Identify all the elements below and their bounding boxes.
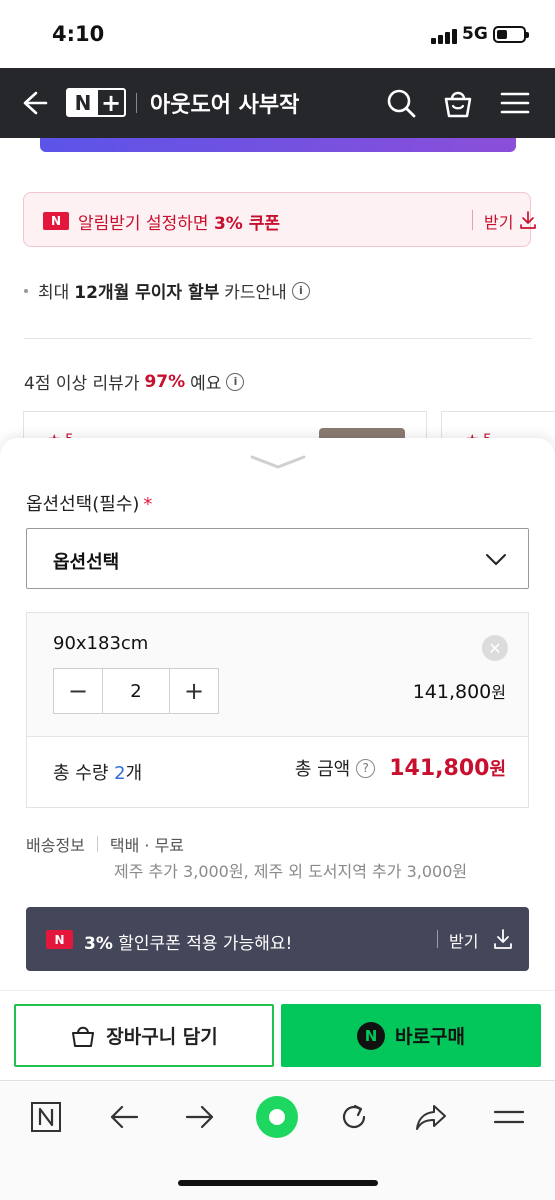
quantity-plus-button[interactable]: + xyxy=(170,669,218,713)
option-bottom-sheet: 옵션선택(필수) * 옵션선택 90x183cm ✕ − 2 + 141,800원… xyxy=(0,438,555,990)
forward-arrow-icon[interactable] xyxy=(180,1097,220,1137)
home-indicator[interactable] xyxy=(178,1180,378,1186)
naver-app-icon[interactable] xyxy=(26,1097,66,1137)
shipping-info: 배송정보 택배 · 무료 xyxy=(26,836,185,855)
download-icon[interactable] xyxy=(519,210,537,230)
menu-icon[interactable] xyxy=(489,1097,529,1137)
download-icon[interactable] xyxy=(493,928,513,950)
review-summary: 4점 이상 리뷰가 97% 예요 i xyxy=(24,369,245,394)
selected-item-name: 90x183cm xyxy=(53,633,149,654)
info-icon[interactable]: i xyxy=(291,281,310,300)
add-to-cart-button[interactable]: 장바구니 담기 xyxy=(14,1004,274,1067)
refresh-icon[interactable] xyxy=(334,1097,374,1137)
status-time: 4:10 xyxy=(52,22,105,46)
coupon-get-button[interactable]: 받기 xyxy=(449,928,478,952)
top-header: N + 아웃도어 사부작 xyxy=(0,68,555,138)
naver-n-badge: N xyxy=(46,930,73,949)
buy-now-button[interactable]: N 바로구매 xyxy=(281,1004,541,1067)
sheet-collapse-chevron-icon[interactable] xyxy=(250,454,306,470)
notice-get-button[interactable]: 받기 xyxy=(484,209,513,233)
installment-info[interactable]: 최대 12개월 무이자 할부 카드안내 i xyxy=(24,278,310,303)
signal-icon xyxy=(431,28,457,44)
notice-text: 알림받기 설정하면 3% 쿠폰 xyxy=(78,214,280,234)
required-mark: * xyxy=(143,494,153,515)
notice-separator xyxy=(472,210,473,230)
shopping-bag-icon[interactable] xyxy=(441,86,475,120)
notification-coupon-banner[interactable]: N 알림받기 설정하면 3% 쿠폰 받기 xyxy=(23,192,536,247)
shipping-separator xyxy=(96,836,98,852)
quantity-value[interactable]: 2 xyxy=(102,669,170,713)
option-label: 옵션선택(필수) * xyxy=(26,494,153,515)
selected-option-box: 90x183cm ✕ − 2 + 141,800원 총 수량 2개 총 금액 ?… xyxy=(26,612,529,808)
naver-pay-icon: N xyxy=(357,1021,386,1050)
search-icon[interactable] xyxy=(384,86,418,120)
chevron-down-icon xyxy=(484,548,508,570)
item-price: 141,800원 xyxy=(412,681,506,703)
status-bar: 4:10 5G xyxy=(0,0,555,68)
battery-icon xyxy=(493,26,529,43)
purchase-action-bar: 장바구니 담기 N 바로구매 xyxy=(0,990,555,1080)
green-home-button[interactable] xyxy=(256,1096,298,1138)
coupon-text: 3% 할인쿠폰 적용 가능해요! xyxy=(84,934,293,954)
share-icon[interactable] xyxy=(411,1097,451,1137)
back-arrow-icon[interactable] xyxy=(104,1097,144,1137)
purple-banner-edge xyxy=(40,138,516,152)
discount-coupon-bar[interactable]: N 3% 할인쿠폰 적용 가능해요! 받기 xyxy=(26,907,529,971)
back-arrow-icon[interactable] xyxy=(18,87,50,119)
shipping-extra-fee: 제주 추가 3,000원, 제주 외 도서지역 추가 3,000원 xyxy=(114,862,468,881)
menu-icon[interactable] xyxy=(498,86,532,120)
total-amount: 총 금액 ? 141,800 원 xyxy=(294,755,506,781)
total-amount-value: 141,800 xyxy=(389,755,490,781)
divider xyxy=(24,338,532,339)
option-select-value: 옵션선택 xyxy=(53,552,120,573)
quantity-stepper: − 2 + xyxy=(53,668,219,714)
naver-plus-logo[interactable]: N + xyxy=(66,88,126,117)
total-quantity: 총 수량 2개 xyxy=(53,763,143,784)
info-icon[interactable]: i xyxy=(226,372,245,391)
option-select-dropdown[interactable]: 옵션선택 xyxy=(26,528,529,589)
network-label: 5G xyxy=(462,24,488,44)
quantity-minus-button[interactable]: − xyxy=(54,669,102,713)
coupon-separator xyxy=(437,930,438,948)
naver-n-badge: N xyxy=(43,212,69,230)
remove-item-close-icon[interactable]: ✕ xyxy=(482,635,508,661)
selected-item-row: 90x183cm ✕ − 2 + 141,800원 xyxy=(27,613,528,737)
help-icon[interactable]: ? xyxy=(356,758,376,778)
header-divider xyxy=(136,93,137,113)
store-name[interactable]: 아웃도어 사부작 xyxy=(150,87,299,119)
shopping-bag-icon xyxy=(72,1026,95,1047)
bullet-dot xyxy=(24,288,28,293)
